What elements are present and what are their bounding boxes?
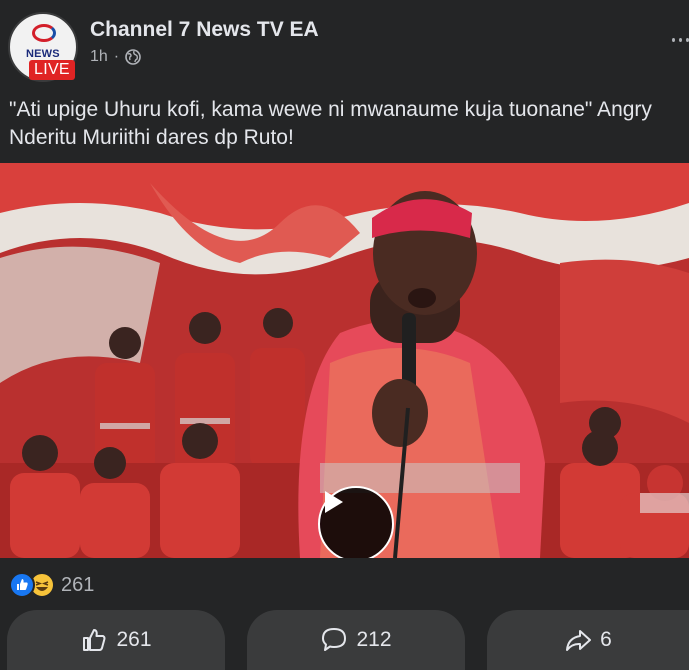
avatar-logo-text: NEWS (26, 48, 60, 60)
video-player[interactable] (0, 163, 689, 558)
comment-button[interactable]: 212 (247, 610, 465, 670)
facebook-post: NEWS LIVE Channel 7 News TV EA 1h · "Ati… (0, 0, 689, 670)
live-badge: LIVE (29, 60, 75, 80)
reaction-count: 261 (61, 573, 95, 596)
like-icon (9, 572, 35, 598)
more-options-icon[interactable] (672, 30, 689, 50)
comment-count: 212 (356, 628, 392, 651)
post-meta: 1h · (90, 48, 141, 66)
meta-separator: · (113, 48, 120, 65)
public-globe-icon (125, 49, 141, 65)
reactions-summary[interactable]: 261 (9, 572, 94, 598)
like-count: 261 (116, 628, 152, 651)
share-button[interactable]: 6 (487, 610, 689, 670)
like-button[interactable]: 261 (7, 610, 225, 670)
share-count: 6 (600, 628, 612, 651)
post-time-link[interactable]: 1h (90, 48, 108, 66)
thumbs-up-icon (83, 629, 106, 651)
play-icon (325, 491, 343, 513)
page-name-link[interactable]: Channel 7 News TV EA (90, 18, 319, 42)
play-button[interactable] (318, 486, 394, 558)
channel-logo-icon (32, 24, 56, 42)
post-caption: "Ati upige Uhuru kofi, kama wewe ni mwan… (9, 98, 652, 149)
comment-bubble-icon (322, 628, 347, 651)
share-arrow-icon (566, 630, 592, 651)
